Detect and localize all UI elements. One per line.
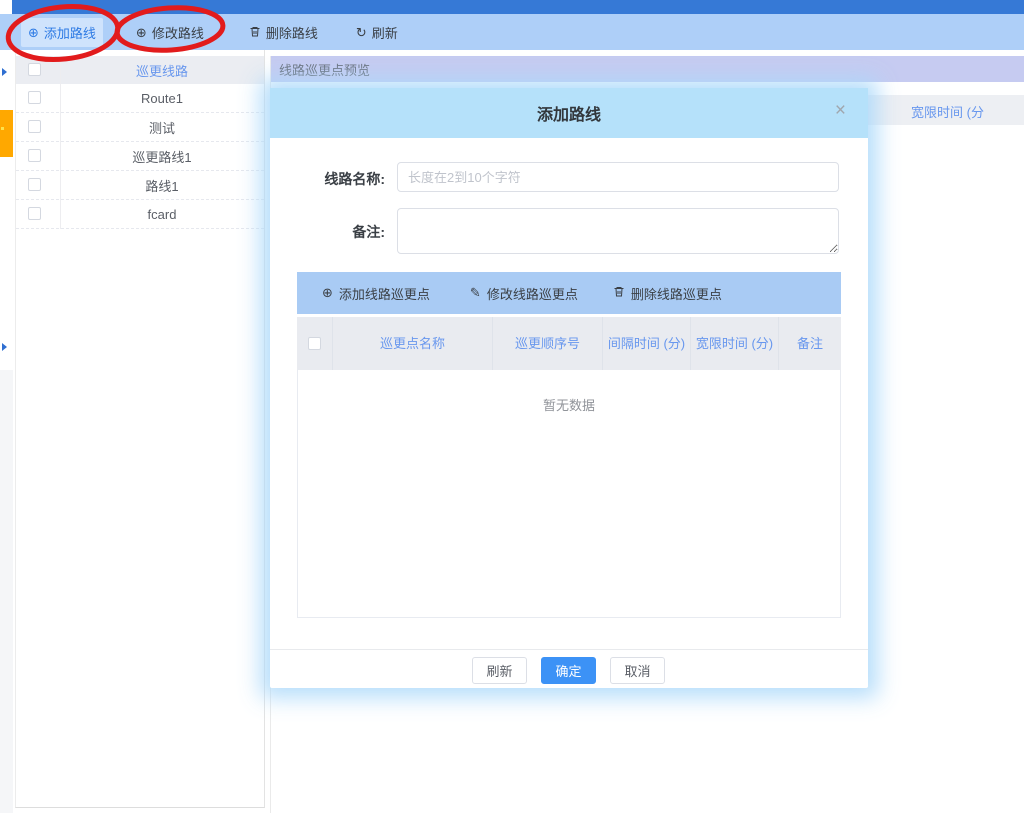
row-checkbox[interactable] [28,207,41,220]
route-row[interactable]: Route1 [16,84,264,113]
route-list-header: 巡更线路 [16,56,264,84]
select-all-checkbox[interactable] [28,63,41,76]
edit-route-button[interactable]: ⊕ 修改路线 [129,18,211,47]
dialog-cancel-button[interactable]: 取消 [610,657,665,684]
points-table-header: 巡更点名称 巡更顺序号 间隔时间 (分) 宽限时间 (分) 备注 [297,317,841,370]
add-route-dialog: 添加路线 × 线路名称: 备注: ⊕ 添加线路巡更点 ✎ 修改线路巡更点 删除线… [270,88,868,688]
row-checkbox[interactable] [28,149,41,162]
marker-dot [1,127,4,130]
delete-route-button[interactable]: 删除路线 [242,18,325,47]
refresh-icon: ↻ [356,26,367,39]
edit-route-label: 修改路线 [152,23,204,42]
route-row[interactable]: 巡更路线1 [16,142,264,171]
route-row[interactable]: 路线1 [16,171,264,200]
route-name: fcard [60,207,264,222]
pencil-icon: ✎ [470,285,481,301]
delete-route-label: 删除路线 [266,23,318,42]
refresh-button[interactable]: ↻ 刷新 [349,18,405,47]
route-name: 路线1 [60,176,264,195]
app-window: ⊕ 添加路线 ⊕ 修改路线 删除路线 ↻ 刷新 巡更线路 Route1 [0,0,1024,813]
circle-plus-icon: ⊕ [322,285,333,301]
dialog-confirm-button[interactable]: 确定 [541,657,596,684]
row-checkbox[interactable] [28,120,41,133]
route-row[interactable]: fcard [16,200,264,229]
column-point-name: 巡更点名称 [333,317,493,370]
edit-point-label: 修改线路巡更点 [487,284,578,303]
dialog-title: 添加路线 [537,101,601,125]
close-icon[interactable]: × [835,101,846,120]
collapsed-side-strip [0,50,14,813]
trash-icon [613,285,625,301]
route-name-label: 线路名称: [282,169,385,189]
remark-textarea[interactable] [397,208,839,254]
partial-column-header: 宽限时间 (分 [911,102,984,121]
delete-point-label: 删除线路巡更点 [631,284,722,303]
orange-tab-marker[interactable] [0,110,13,157]
refresh-label: 刷新 [372,23,398,42]
add-point-label: 添加线路巡更点 [339,284,430,303]
route-name-input[interactable] [397,162,839,192]
route-list-panel: 巡更线路 Route1 测试 巡更路线1 路线1 fcard [15,50,265,808]
preview-panel-title: 线路巡更点预览 [271,56,1024,82]
trash-icon [249,25,261,40]
route-name: 测试 [60,118,264,137]
main-toolbar: ⊕ 添加路线 ⊕ 修改路线 删除路线 ↻ 刷新 [0,14,1024,50]
footer-divider [270,649,868,650]
expand-arrow-icon[interactable] [2,68,7,76]
circle-plus-icon: ⊕ [136,26,147,39]
route-name: 巡更路线1 [60,147,264,166]
points-table-body: 暂无数据 [297,370,841,618]
route-list-title: 巡更线路 [60,61,264,80]
route-name: Route1 [60,91,264,106]
dialog-refresh-button[interactable]: 刷新 [472,657,527,684]
column-interval: 间隔时间 (分) [603,317,691,370]
row-checkbox[interactable] [28,178,41,191]
top-title-bar [12,0,1024,14]
circle-plus-icon: ⊕ [28,26,39,39]
header-checkbox-cell [297,317,333,370]
dialog-toolbar: ⊕ 添加线路巡更点 ✎ 修改线路巡更点 删除线路巡更点 [297,272,841,314]
route-row[interactable]: 测试 [16,113,264,142]
add-route-label: 添加路线 [44,23,96,42]
delete-point-button[interactable]: 删除线路巡更点 [613,284,722,303]
row-checkbox[interactable] [28,91,41,104]
edit-point-button[interactable]: ✎ 修改线路巡更点 [470,284,578,303]
dialog-header: 添加路线 × [270,88,868,138]
column-sequence: 巡更顺序号 [493,317,603,370]
add-point-button[interactable]: ⊕ 添加线路巡更点 [322,284,430,303]
column-remark: 备注 [779,317,841,370]
empty-state-text: 暂无数据 [298,395,840,414]
side-strip-lower [0,370,13,813]
select-all-points-checkbox[interactable] [308,337,321,350]
expand-arrow-icon[interactable] [2,343,7,351]
column-grace-time: 宽限时间 (分) [691,317,779,370]
add-route-button[interactable]: ⊕ 添加路线 [21,18,103,47]
remark-label: 备注: [282,222,385,242]
